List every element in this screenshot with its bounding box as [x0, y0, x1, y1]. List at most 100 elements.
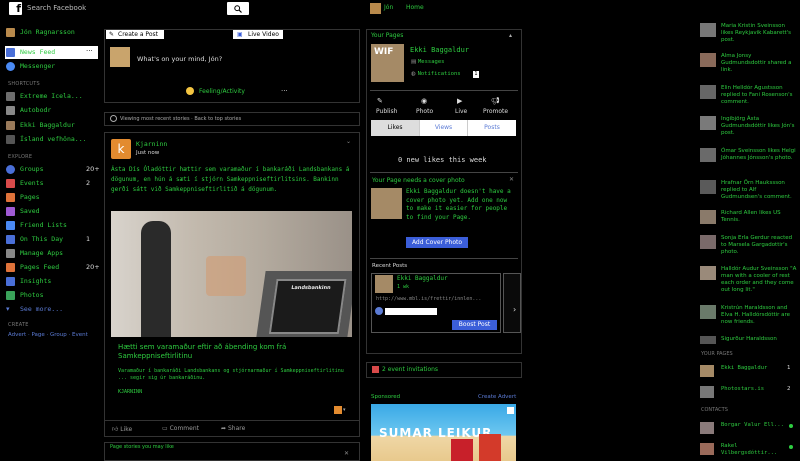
sidebar-item-news-feed[interactable]: News Feed: [6, 47, 98, 58]
bookmark-icon: [6, 207, 15, 216]
feeling-activity-button[interactable]: Feeling/Activity: [199, 88, 245, 95]
online-dot-icon: [789, 445, 793, 449]
shortcut-item[interactable]: Ekki Baggaldur: [6, 120, 98, 131]
avatar: [700, 23, 716, 37]
composer-more-button[interactable]: ···: [281, 87, 288, 95]
shortcuts-heading: SHORTCUTS: [8, 81, 40, 87]
sidebar-item-insights[interactable]: Insights: [6, 276, 98, 287]
sidebar-item-manage-apps[interactable]: Manage Apps: [6, 248, 98, 259]
comment-button[interactable]: ▭ Comment: [162, 425, 199, 432]
avatar: [700, 422, 714, 434]
shortcut-item[interactable]: Ísland vefhöna...: [6, 134, 98, 145]
sidebar-item-photos[interactable]: Photos: [6, 290, 98, 301]
publish-button[interactable]: Publish: [376, 108, 397, 115]
like-label: Like: [120, 426, 133, 433]
avatar: [700, 210, 716, 224]
composer-input[interactable]: What's on your mind, Jón?: [137, 55, 222, 63]
ticker-text: Alma Jonsy Gudmundsdottir shared a link.: [721, 53, 792, 73]
ad-close-icon[interactable]: [507, 407, 514, 414]
photo-button[interactable]: Photo: [416, 108, 433, 115]
recent-post-link[interactable]: http://www.mbl.is/frettir/innlen...: [376, 296, 481, 302]
notifications-link[interactable]: ◍ Notifications 1: [411, 71, 479, 78]
messages-link[interactable]: ▤ Messages: [411, 59, 444, 65]
add-cover-photo-button[interactable]: Add Cover Photo: [406, 237, 468, 248]
kjarninn-logo[interactable]: k: [111, 139, 131, 159]
chevron-down-icon[interactable]: ⌄: [346, 138, 351, 145]
sidebar-item-groups[interactable]: Groups 20+: [6, 164, 100, 175]
create-advert-link[interactable]: Create Advert: [478, 394, 516, 400]
background-figure: [206, 256, 246, 296]
user-avatar[interactable]: [370, 3, 381, 14]
more-options-icon[interactable]: ···: [86, 47, 97, 58]
promote-button[interactable]: Promote: [483, 108, 508, 115]
shortcut-item[interactable]: Extreme Icela...: [6, 91, 98, 102]
link-description: Varamaður í bankaráði Landsbankans og st…: [118, 368, 344, 381]
your-pages-heading[interactable]: Your Pages: [371, 32, 403, 39]
atm-panel: Landsbankinn: [256, 271, 352, 337]
avatar: [700, 266, 716, 280]
page-stories-heading: Page stories you may like: [110, 444, 174, 450]
chevron-right-icon[interactable]: ›: [513, 305, 516, 314]
comment-label: Comment: [169, 425, 199, 432]
atm-sign: Landsbankinn: [290, 285, 332, 291]
page-avatar[interactable]: WIF: [371, 44, 404, 82]
page-name: Photostars.is: [721, 386, 765, 392]
page-icon: [6, 106, 15, 115]
sidebar-item-saved[interactable]: Saved: [6, 206, 98, 217]
ticker-text: Hrafnar Örn Haukssson replied to Alf Gud…: [721, 180, 792, 200]
smiley-icon[interactable]: [186, 87, 194, 95]
sidebar-see-more[interactable]: ▾ See more...: [6, 304, 98, 315]
clock-icon: [110, 115, 117, 122]
sidebar-item-friend-lists[interactable]: Friend Lists: [6, 220, 98, 231]
post-author[interactable]: Kjarninn: [136, 140, 167, 148]
like-button[interactable]: 👍︎ Like: [112, 425, 132, 433]
sidebar-profile[interactable]: Jón Ragnarsson: [6, 27, 98, 38]
tab-create-post[interactable]: ✎ Create a Post: [106, 30, 164, 39]
recent-post-author[interactable]: Ekki Baggaldur: [397, 275, 448, 282]
boost-post-button[interactable]: Boost Post: [452, 320, 497, 330]
ticker-text: Richard Allen likes US Tennis.: [721, 210, 781, 223]
create-links[interactable]: Advert · Page · Group · Event: [8, 332, 88, 338]
page-avatar-icon[interactable]: [334, 406, 342, 414]
sidebar-item-on-this-day[interactable]: On This Day 1: [6, 234, 98, 245]
share-button[interactable]: ➦ Share: [221, 425, 245, 432]
collapse-icon[interactable]: ▴: [509, 32, 512, 39]
tab-views[interactable]: Views: [419, 120, 467, 136]
tab-likes[interactable]: Likes: [371, 120, 419, 136]
next-recent-post[interactable]: [503, 273, 521, 333]
sidebar-item-pages[interactable]: Pages: [6, 192, 98, 203]
ticker-text: Maria Kristin Sveinsson likes Reykjavik …: [721, 23, 792, 43]
sidebar-item-messenger[interactable]: Messenger: [6, 61, 98, 72]
divider: [370, 90, 518, 91]
messenger-icon: [6, 62, 15, 71]
live-button[interactable]: Live: [455, 108, 467, 115]
tab-label: Create a Post: [118, 31, 158, 38]
sidebar-item-label: Insights: [20, 277, 52, 285]
ad-image[interactable]: SUMAR LEIKUR: [371, 404, 516, 461]
home-link[interactable]: Home: [406, 4, 424, 11]
feed-notice-text[interactable]: Viewing most recent stories · Back to to…: [120, 116, 241, 122]
post-time[interactable]: Just now: [136, 150, 159, 156]
close-icon[interactable]: ✕: [509, 176, 514, 183]
shortcut-item[interactable]: Autobodr: [6, 105, 98, 116]
page-name[interactable]: Ekki Baggaldur: [410, 46, 469, 54]
sidebar-item-label: Manage Apps: [20, 249, 64, 257]
post-image[interactable]: Landsbankinn: [111, 211, 352, 337]
user-name-link[interactable]: Jón: [384, 4, 393, 11]
pages-feed-icon: [6, 263, 15, 272]
tab-live-video[interactable]: ▣ Live Video: [233, 30, 283, 39]
ad-product: [451, 439, 473, 461]
sidebar-item-events[interactable]: Events 2: [6, 178, 98, 189]
pencil-icon: ✎: [109, 31, 115, 38]
chevron-down-icon[interactable]: ▾: [343, 407, 346, 413]
close-icon[interactable]: ✕: [344, 450, 349, 457]
event-invitations-text[interactable]: 2 event invitations: [382, 366, 438, 373]
link-title[interactable]: Hætti sem varamaður eftir að ábending ko…: [118, 343, 344, 361]
facebook-logo-icon[interactable]: f: [9, 2, 22, 15]
page-icon: [6, 121, 15, 130]
search-input[interactable]: Search Facebook: [24, 2, 226, 15]
sidebar-item-pages-feed[interactable]: Pages Feed 20+: [6, 262, 100, 273]
search-button[interactable]: [227, 2, 249, 15]
tab-posts[interactable]: Posts: [467, 120, 516, 136]
create-heading: CREATE: [8, 322, 29, 328]
